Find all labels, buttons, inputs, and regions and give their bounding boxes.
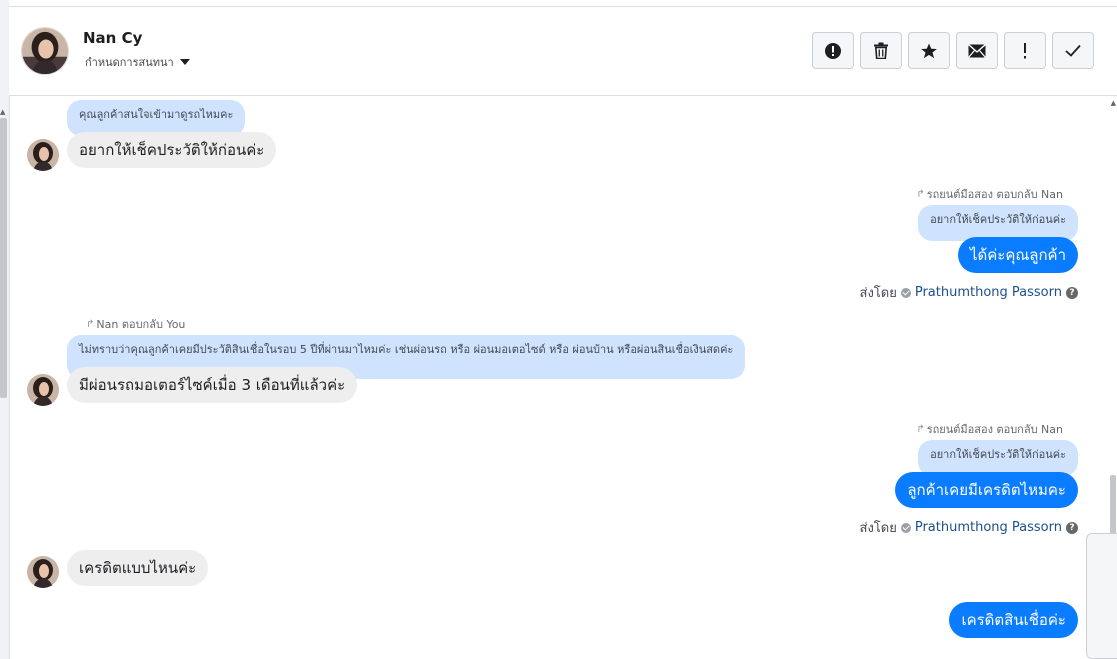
agent-name[interactable]: Prathumthong Passorn (915, 520, 1062, 535)
agent-name[interactable]: Prathumthong Passorn (915, 285, 1062, 300)
scroll-up-arrow-icon[interactable]: ▲ (1111, 99, 1116, 107)
side-panel-tab[interactable] (1086, 533, 1117, 659)
conversation-schedule-label: กำหนดการสนทนา (85, 56, 174, 69)
reply-meta: ↱ รถยนต์มือสอง ตอบกลับ Nan (916, 423, 1063, 436)
conversation-header: Nan Cy กำหนดการสนทนา (9, 7, 1117, 96)
reply-arrow-icon: ↱ (86, 318, 95, 330)
quoted-message: คุณลูกค้าสนใจเข้ามาดูรถไหมคะ (67, 100, 246, 136)
trash-icon (874, 42, 888, 59)
outgoing-message[interactable]: ลูกค้าเคยมีเครดิตไหมคะ (895, 472, 1078, 508)
reply-meta: ↱ รถยนต์มือสอง ตอบกลับ Nan (916, 188, 1063, 201)
alert-circle-icon (825, 42, 841, 59)
header-actions (812, 32, 1094, 69)
mark-unread-button[interactable] (956, 32, 998, 69)
delete-button[interactable] (860, 32, 902, 69)
left-scrollbar-thumb[interactable] (0, 118, 7, 398)
check-icon (1065, 44, 1081, 57)
help-icon[interactable]: ? (1066, 286, 1078, 299)
help-icon[interactable]: ? (1066, 521, 1078, 534)
contact-avatar-small[interactable] (27, 374, 59, 406)
verified-check-icon (900, 287, 911, 298)
chat-scrollbar-thumb[interactable] (1110, 475, 1116, 535)
quoted-message: อยากให้เช็คประวัติให้ก่อนค่ะ (918, 205, 1078, 241)
outgoing-message[interactable]: ได้ค่ะคุณลูกค้า (957, 237, 1078, 273)
conversation-schedule-dropdown[interactable]: กำหนดการสนทนา (85, 53, 190, 71)
reply-arrow-icon: ↱ (916, 423, 925, 435)
top-strip (9, 0, 1117, 7)
outgoing-message[interactable]: เครดิตสินเชื่อค่ะ (949, 602, 1078, 638)
sent-by-info: ส่งโดย Prathumthong Passorn ? (860, 282, 1078, 303)
verified-check-icon (900, 522, 911, 533)
reply-arrow-icon: ↱ (916, 188, 925, 200)
important-button[interactable] (1004, 32, 1046, 69)
incoming-message[interactable]: เครดิตแบบไหนค่ะ (67, 550, 209, 586)
incoming-message[interactable]: อยากให้เช็คประวัติให้ก่อนค่ะ (67, 132, 277, 168)
incoming-message[interactable]: มีผ่อนรถมอเตอร์ไซค์เมื่อ 3 เดือนที่แล้วค… (67, 367, 358, 403)
star-button[interactable] (908, 32, 950, 69)
reply-meta: ↱ Nan ตอบกลับ You (86, 318, 186, 331)
done-button[interactable] (1052, 32, 1094, 69)
caret-down-icon (179, 59, 190, 65)
scroll-up-arrow-icon[interactable]: ▲ (0, 108, 5, 116)
sent-by-info: ส่งโดย Prathumthong Passorn ? (860, 517, 1078, 538)
quoted-message: อยากให้เช็คประวัติให้ก่อนค่ะ (918, 440, 1078, 476)
exclamation-icon (1024, 42, 1026, 58)
contact-avatar-small[interactable] (27, 556, 59, 588)
star-icon (921, 43, 937, 58)
contact-name: Nan Cy (83, 29, 143, 47)
envelope-icon (968, 43, 986, 58)
contact-avatar-small[interactable] (27, 139, 59, 171)
contact-avatar[interactable] (21, 27, 69, 75)
report-button[interactable] (812, 32, 854, 69)
